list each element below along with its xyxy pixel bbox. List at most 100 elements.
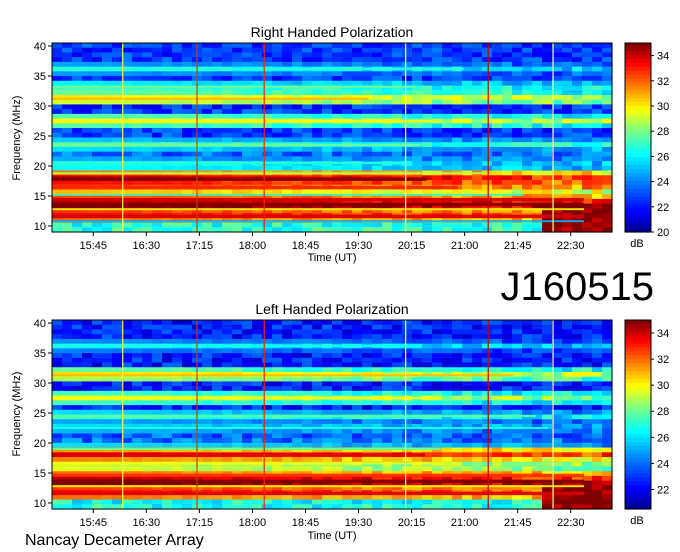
heatmap-cell <box>232 61 243 68</box>
heatmap-cell <box>142 113 153 120</box>
x-tick-label: 19:30 <box>345 240 373 252</box>
heatmap-cell <box>102 466 113 472</box>
heatmap-cell <box>592 400 603 406</box>
heatmap-cell <box>182 338 193 345</box>
heatmap-cell <box>282 442 293 449</box>
heatmap-cell <box>582 442 593 449</box>
heatmap-cell <box>212 90 223 96</box>
heatmap-cell <box>522 353 533 359</box>
heatmap-cell <box>422 113 433 120</box>
heatmap-cell <box>582 433 593 439</box>
heatmap-cell <box>572 457 583 463</box>
heatmap-cell <box>62 338 73 345</box>
heatmap-cell <box>102 329 113 335</box>
heatmap-cell <box>182 146 193 153</box>
heatmap-cell <box>582 409 593 416</box>
heatmap-cell <box>222 43 233 49</box>
heatmap-cell <box>92 353 103 359</box>
heatmap-cell <box>262 357 273 364</box>
heatmap-cell <box>352 386 363 392</box>
heatmap-cell <box>472 123 483 129</box>
heatmap-cell <box>462 362 473 368</box>
heatmap-cell <box>492 438 503 444</box>
heatmap-cell <box>362 222 373 228</box>
heatmap-cell <box>172 348 183 354</box>
heatmap-cell <box>472 142 483 148</box>
emission-band <box>52 208 584 211</box>
heatmap-cell <box>242 338 253 345</box>
heatmap-cell <box>472 452 483 458</box>
heatmap-cell <box>562 156 573 162</box>
heatmap-cell <box>202 43 213 49</box>
heatmap-cell <box>212 151 223 157</box>
heatmap-cell <box>242 76 253 82</box>
heatmap-cell <box>212 156 223 162</box>
heatmap-cell <box>542 142 553 148</box>
heatmap-cell <box>242 43 253 49</box>
heatmap-cell <box>92 52 103 58</box>
heatmap-cell <box>452 113 463 120</box>
heatmap-cell <box>542 71 553 77</box>
heatmap-cell <box>382 61 393 68</box>
heatmap-cell <box>532 367 543 373</box>
colorbar-segment <box>625 410 651 416</box>
heatmap-cell <box>332 80 343 87</box>
heatmap-cell <box>272 381 283 387</box>
emission-band <box>52 427 548 429</box>
heatmap-cell <box>592 52 603 58</box>
heatmap-cell <box>512 113 523 120</box>
heatmap-cell <box>62 61 73 68</box>
heatmap-cell <box>532 438 543 444</box>
heatmap-cell <box>582 457 593 463</box>
heatmap-cell <box>182 113 193 120</box>
heatmap-cell <box>182 71 193 77</box>
heatmap-cell <box>262 386 273 392</box>
heatmap-cell <box>282 334 293 340</box>
heatmap-cell <box>492 175 503 181</box>
heatmap-cell <box>292 222 303 228</box>
heatmap-cell <box>412 165 423 172</box>
heatmap-cell <box>252 433 263 439</box>
heatmap-cell <box>332 57 343 63</box>
heatmap-cell <box>132 99 143 106</box>
heatmap-cell <box>522 43 533 49</box>
heatmap-cell <box>142 442 153 449</box>
heatmap-cell <box>422 348 433 354</box>
colorbar-segment <box>625 125 651 131</box>
top-y-axis-label: Frequency (MHz) <box>11 96 23 181</box>
heatmap-cell <box>222 329 233 335</box>
heatmap-cell <box>352 428 363 434</box>
heatmap-cell <box>592 338 603 345</box>
colorbar-segment <box>625 70 651 76</box>
heatmap-cell <box>382 386 393 392</box>
heatmap-cell <box>502 419 513 425</box>
heatmap-cell <box>412 137 423 143</box>
heatmap-cell <box>272 71 283 77</box>
heatmap-cell <box>502 457 513 463</box>
heatmap-cell <box>532 189 543 195</box>
heatmap-cell <box>442 419 453 425</box>
heatmap-cell <box>492 43 503 49</box>
heatmap-cell <box>82 362 93 368</box>
heatmap-cell <box>362 357 373 364</box>
heatmap-cell <box>382 132 393 139</box>
heatmap-cell <box>372 47 383 54</box>
heatmap-cell <box>102 357 113 364</box>
heatmap-cell <box>372 499 383 505</box>
heatmap-cell <box>322 71 333 77</box>
heatmap-cell <box>302 338 313 345</box>
heatmap-cell <box>442 47 453 54</box>
heatmap-cell <box>252 61 263 68</box>
heatmap-cell <box>182 433 193 439</box>
heatmap-cell <box>602 52 613 58</box>
heatmap-cell <box>522 132 533 139</box>
heatmap-cell <box>252 338 263 345</box>
heatmap-cell <box>382 334 393 340</box>
heatmap-cell <box>132 329 143 335</box>
heatmap-cell <box>522 118 533 124</box>
heatmap-cell <box>542 442 553 449</box>
heatmap-cell <box>532 109 543 115</box>
heatmap-cell <box>492 132 503 139</box>
heatmap-cell <box>482 146 493 153</box>
heatmap-cell <box>292 151 303 157</box>
